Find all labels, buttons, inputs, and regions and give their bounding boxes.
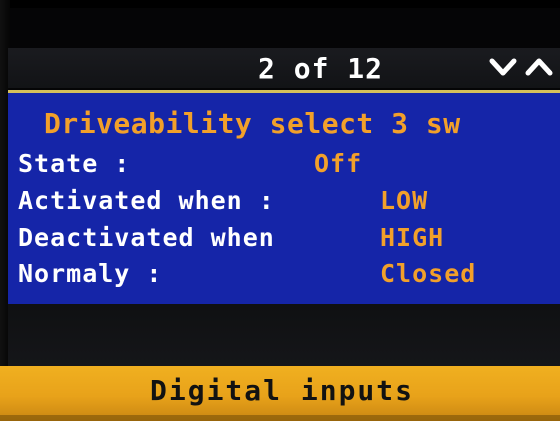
state-value: Off (314, 149, 363, 178)
detail-panel: Driveability select 3 sw State : Off Act… (8, 90, 560, 307)
page-indicator: 2 of 12 (258, 52, 384, 85)
normaly-value: Closed (380, 259, 477, 288)
page-navigation (488, 52, 560, 82)
footer-shadow (0, 415, 560, 421)
panel-title: Driveability select 3 sw (44, 107, 461, 140)
display-screen: 2 of 12 Driveability select 3 sw State :… (0, 0, 560, 421)
normaly-label: Normaly : (18, 259, 163, 288)
footer-label: Digital inputs (150, 374, 415, 407)
deactivated-when-value: HIGH (380, 223, 445, 252)
chevron-up-icon[interactable] (524, 54, 554, 80)
state-label: State : (18, 149, 131, 178)
footer-bar: Digital inputs (0, 366, 560, 421)
lower-band (8, 304, 560, 366)
page-header: 2 of 12 (8, 48, 560, 88)
activated-when-value: LOW (380, 186, 429, 215)
chevron-down-icon[interactable] (488, 54, 518, 80)
activated-when-label: Activated when : (18, 186, 275, 215)
bezel-top (0, 0, 560, 8)
deactivated-when-label: Deactivated when (18, 223, 275, 252)
